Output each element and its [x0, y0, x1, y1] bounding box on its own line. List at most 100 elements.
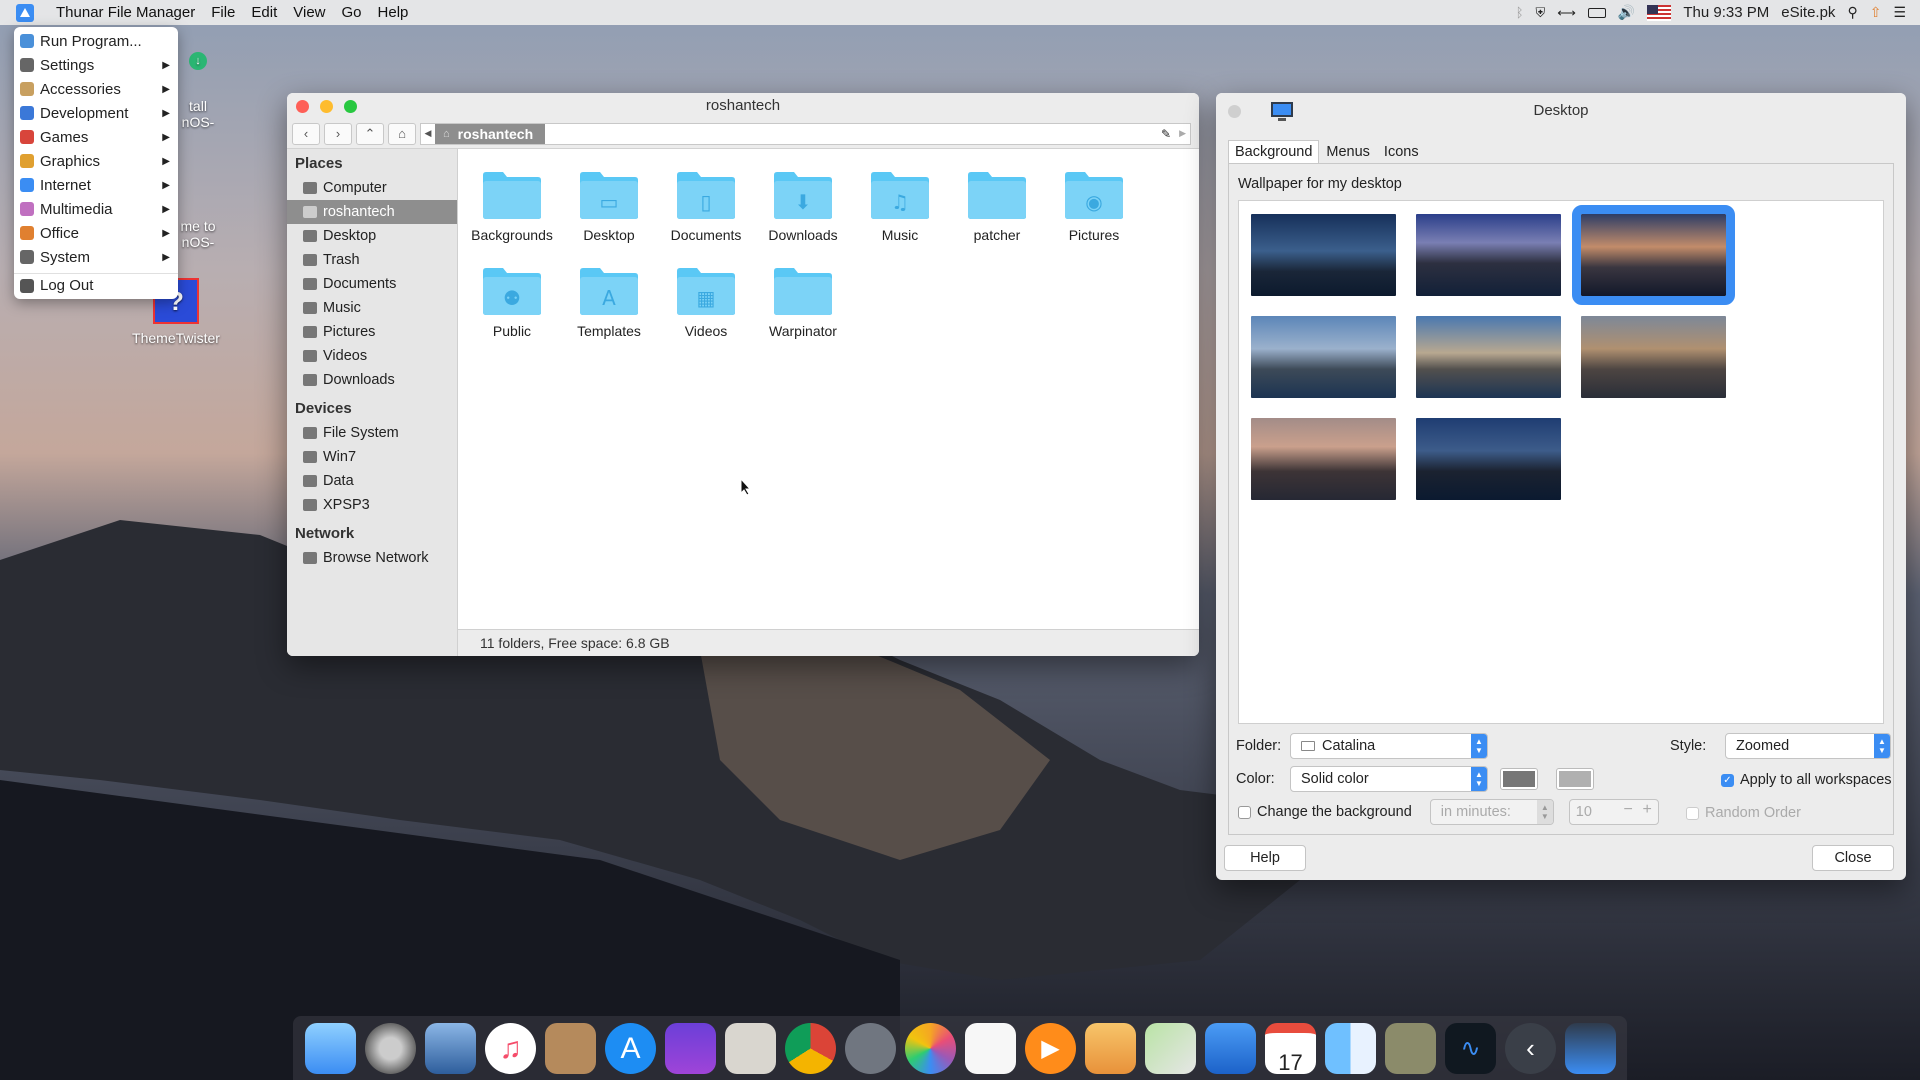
sidebar-item-win7[interactable]: Win7 — [287, 445, 457, 469]
sidebar-item-xpsp3[interactable]: XPSP3 — [287, 493, 457, 517]
app-menu-item[interactable]: System ▶ — [14, 245, 178, 269]
close-window-button[interactable] — [296, 100, 309, 113]
activity-monitor-icon[interactable]: ∿ — [1445, 1022, 1496, 1074]
display-settings-icon[interactable] — [1565, 1022, 1616, 1074]
interval-combo[interactable]: in minutes: ▲ ▼ — [1429, 799, 1554, 825]
folder-desktop[interactable]: ▭ Desktop — [563, 169, 655, 243]
app-menu-item[interactable]: Internet ▶ — [14, 173, 178, 197]
app-menu-item[interactable]: Multimedia ▶ — [14, 197, 178, 221]
user-label[interactable]: eSite.pk — [1781, 4, 1835, 21]
launchpad-icon[interactable] — [845, 1022, 896, 1074]
plus-icon[interactable]: + — [1642, 801, 1651, 819]
close-window-button[interactable] — [1228, 105, 1241, 118]
screenshot-icon[interactable] — [665, 1022, 716, 1074]
maps-icon[interactable] — [1145, 1022, 1196, 1074]
help-button[interactable]: Help — [1224, 845, 1306, 871]
sidebar-item-file-system[interactable]: File System — [287, 421, 457, 445]
sidebar-item-trash[interactable]: Trash — [287, 248, 457, 272]
sidebar-item-music[interactable]: Music — [287, 296, 457, 320]
shield-icon[interactable]: ⛨ — [1536, 5, 1546, 21]
thunar-titlebar[interactable]: roshantech — [287, 93, 1199, 119]
wallpaper-thumb[interactable] — [1251, 214, 1396, 296]
wallpaper-thumb[interactable] — [1251, 418, 1396, 500]
secondary-color-button[interactable] — [1556, 768, 1594, 790]
app-menu-item[interactable]: Settings ▶ — [14, 53, 178, 77]
volume-icon[interactable]: 🔊 — [1618, 4, 1635, 21]
style-combo-stepper-icon[interactable]: ▲ ▼ — [1874, 734, 1890, 758]
menu-edit[interactable]: Edit — [243, 4, 285, 21]
battery-icon[interactable] — [1587, 7, 1606, 18]
tab-background[interactable]: Background — [1228, 140, 1320, 164]
folder-backgrounds[interactable]: Backgrounds — [466, 169, 558, 243]
wallpaper-thumb[interactable] — [1581, 316, 1726, 398]
back-arrow-icon[interactable]: ‹ — [1505, 1022, 1556, 1074]
wallpaper-grid[interactable] — [1238, 200, 1884, 724]
desktop-titlebar[interactable]: Desktop — [1216, 93, 1906, 129]
minimize-window-button[interactable] — [320, 100, 333, 113]
app-menu-item[interactable]: Log Out — [14, 273, 178, 297]
change-bg-checkbox[interactable] — [1238, 805, 1251, 819]
path-left-arrow-icon[interactable]: ◀ — [421, 128, 435, 139]
random-order-row[interactable]: Random Order — [1686, 805, 1801, 821]
back-button[interactable]: ‹ — [292, 122, 320, 145]
wallpaper-thumb[interactable] — [1416, 418, 1561, 500]
sidebar-item-documents[interactable]: Documents — [287, 272, 457, 296]
sidebar-item-data[interactable]: Data — [287, 469, 457, 493]
xfce-logo-icon[interactable] — [16, 3, 34, 22]
apply-all-row[interactable]: ✓ Apply to all workspaces — [1721, 772, 1892, 788]
app-menu-item[interactable]: Graphics ▶ — [14, 149, 178, 173]
folder-warpinator[interactable]: Warpinator — [757, 265, 849, 339]
tab-icons[interactable]: Icons — [1377, 140, 1426, 164]
menu-file[interactable]: File — [203, 4, 243, 21]
home-button[interactable]: ⌂ — [388, 122, 416, 145]
app-menu-item[interactable]: Run Program... — [14, 29, 178, 53]
app-menu-item[interactable]: Accessories ▶ — [14, 77, 178, 101]
mail-icon[interactable] — [425, 1022, 476, 1074]
wallpaper-thumb[interactable] — [1416, 214, 1561, 296]
calculator-icon[interactable] — [725, 1022, 776, 1074]
maximize-window-button[interactable] — [344, 100, 357, 113]
wallpaper-thumb[interactable] — [1416, 316, 1561, 398]
folder-music[interactable]: ♫ Music — [854, 169, 946, 243]
primary-color-button[interactable] — [1500, 768, 1538, 790]
sidebar-item-downloads[interactable]: Downloads — [287, 368, 457, 392]
search-icon[interactable]: ⚲ — [1847, 4, 1857, 21]
folder-combo[interactable]: Catalina ▲ ▼ — [1290, 733, 1488, 759]
random-order-checkbox[interactable] — [1686, 806, 1699, 820]
folder-pictures[interactable]: ◉ Pictures — [1048, 169, 1140, 243]
sidebar-item-computer[interactable]: Computer — [287, 176, 457, 200]
menu-help[interactable]: Help — [370, 4, 417, 21]
calendar-icon[interactable]: 17 — [1265, 1022, 1316, 1075]
sidebar-item-desktop[interactable]: Desktop — [287, 224, 457, 248]
color-combo-stepper-icon[interactable]: ▲ ▼ — [1471, 767, 1487, 791]
minutes-spinbox[interactable]: 10 − + — [1568, 799, 1659, 825]
sidebar-item-videos[interactable]: Videos — [287, 344, 457, 368]
path-right-arrow-icon[interactable]: ▶ — [1179, 128, 1186, 139]
location-pathbar[interactable]: ◀ ⌂ roshantech ✎ ▶ — [420, 122, 1191, 145]
apply-all-checkbox[interactable]: ✓ — [1721, 773, 1734, 787]
numbers-icon[interactable] — [1205, 1022, 1256, 1074]
bluetooth-icon[interactable]: ᛒ — [1516, 5, 1524, 20]
folder-downloads[interactable]: ⬇ Downloads — [757, 169, 849, 243]
menu-go[interactable]: Go — [334, 4, 370, 21]
forward-button[interactable]: › — [324, 122, 352, 145]
wallpaper-thumb[interactable] — [1251, 316, 1396, 398]
update-icon[interactable]: ⇧ — [1870, 4, 1882, 21]
folder-public[interactable]: ⚉ Public — [466, 265, 558, 339]
sidebar-item-roshantech[interactable]: roshantech — [287, 200, 457, 224]
parent-folder-button[interactable]: ⌃ — [356, 122, 384, 145]
style-combo[interactable]: Zoomed ▲ ▼ — [1725, 733, 1891, 759]
color-combo[interactable]: Solid color ▲ ▼ — [1290, 766, 1488, 792]
folder-templates[interactable]: A Templates — [563, 265, 655, 339]
folder-documents[interactable]: ▯ Documents — [660, 169, 752, 243]
media-player-icon[interactable]: ▶ — [1025, 1022, 1076, 1074]
menu-view[interactable]: View — [285, 4, 333, 21]
tab-menus[interactable]: Menus — [1319, 140, 1377, 164]
sidebar-item-browse-network[interactable]: Browse Network — [287, 546, 457, 570]
us-flag-icon[interactable] — [1647, 4, 1672, 21]
folder-videos[interactable]: ▦ Videos — [660, 265, 752, 339]
photos-icon[interactable] — [905, 1022, 956, 1074]
path-segment-home[interactable]: ⌂ roshantech — [435, 123, 546, 144]
app-menu-item[interactable]: Games ▶ — [14, 125, 178, 149]
chrome-icon[interactable] — [785, 1022, 836, 1074]
